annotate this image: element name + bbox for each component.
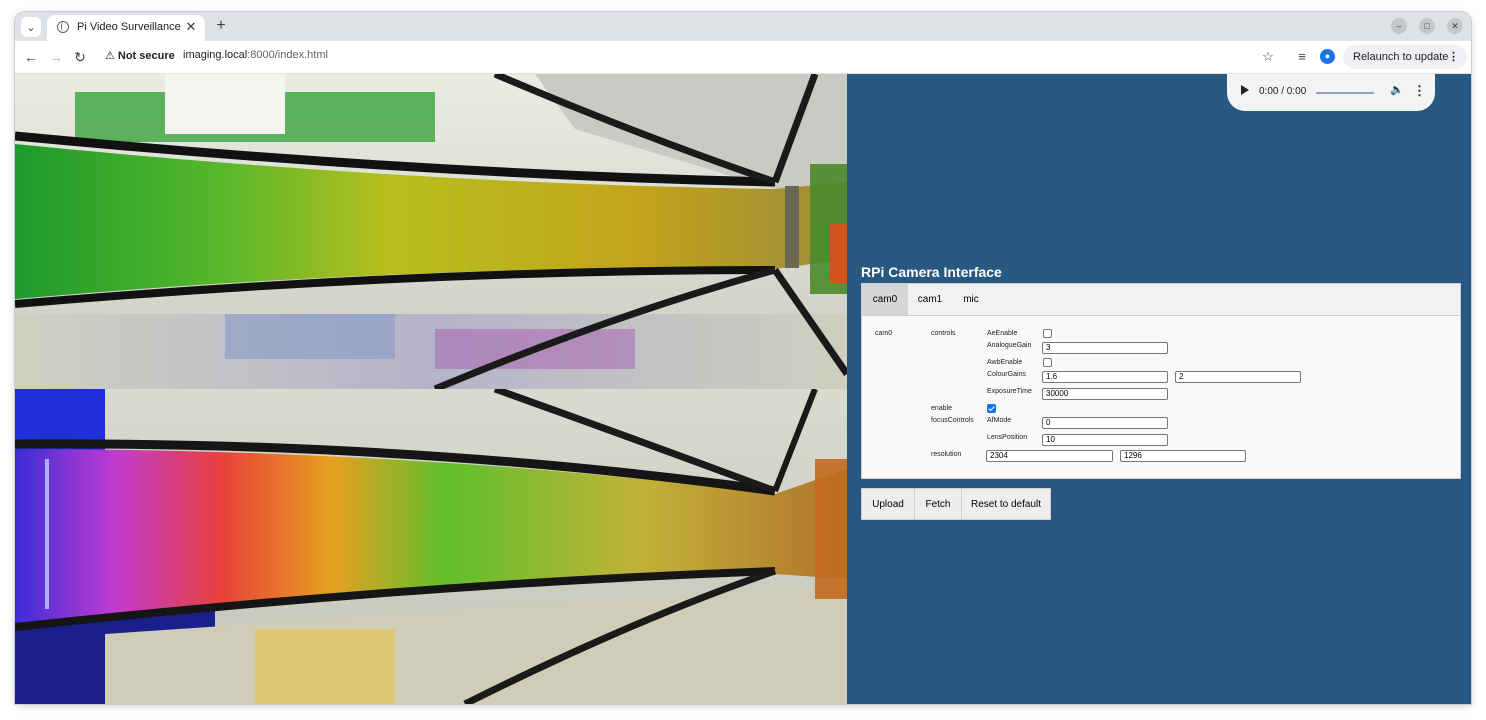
colour-gains-label: ColourGains [987,371,1026,378]
relaunch-label: Relaunch to update [1353,51,1449,63]
analogue-gain-label: AnalogueGain [987,342,1032,349]
close-window-icon[interactable]: ✕ [1447,18,1463,34]
minimize-icon[interactable]: – [1391,18,1407,34]
relaunch-button[interactable]: Relaunch to update ⋮ [1343,45,1467,69]
fetch-button[interactable]: Fetch [914,488,962,520]
url-host: imaging.local [183,49,248,61]
camera-stream-top [15,74,847,389]
browser-tab[interactable]: Pi Video Surveillance ✕ [47,15,205,41]
page-title: RPi Camera Interface [861,264,1002,280]
tab-search-icon[interactable]: ⌄ [21,17,41,37]
upload-button[interactable]: Upload [861,488,915,520]
back-icon[interactable]: ← [22,48,40,66]
ae-enable-label: AeEnable [987,330,1018,337]
camera-stream-bottom [15,389,847,704]
url-path: :8000/index.html [247,49,328,61]
address-bar[interactable]: imaging.local:8000/index.html [183,49,328,61]
resolution-width-input[interactable]: 2304 [986,450,1113,462]
af-mode-label: AfMode [987,417,1012,424]
volume-icon[interactable]: 🔈 [1390,83,1404,96]
browser-menu-icon[interactable]: ⋮ [1448,45,1459,69]
enable-label: enable [931,405,953,412]
lens-position-input[interactable]: 10 [1042,434,1168,446]
analogue-gain-input[interactable]: 3 [1042,342,1168,354]
focus-controls-label: focusControls [931,417,974,424]
play-icon[interactable] [1241,85,1249,95]
tab-cam0[interactable]: cam0 [862,284,908,315]
exposure-time-label: ExposureTime [987,388,1032,395]
bookmark-star-icon[interactable]: ☆ [1259,48,1277,66]
lens-position-label: LensPosition [987,434,1028,441]
profile-avatar-icon[interactable]: ● [1320,49,1335,64]
browser-window: ⌄ Pi Video Surveillance ✕ + – □ ✕ ← → ↻ … [15,12,1471,704]
exposure-time-input[interactable]: 30000 [1042,388,1168,400]
controls-label: controls [931,330,956,337]
awb-enable-label: AwbEnable [987,359,1023,366]
af-mode-input[interactable]: 0 [1042,417,1168,429]
tab-strip: ⌄ Pi Video Surveillance ✕ + – □ ✕ [15,12,1471,41]
audio-more-icon[interactable]: ⋮ [1413,83,1426,99]
camera-config-panel: cam0 cam1 mic cam0 controls AeEnable Ana… [861,283,1461,479]
forward-icon[interactable]: → [47,48,65,66]
reload-icon[interactable]: ↻ [71,48,89,66]
audio-seek-slider[interactable] [1316,92,1374,94]
reset-button[interactable]: Reset to default [961,488,1051,520]
camera-tabs: cam0 cam1 mic [862,284,1460,316]
tab-close-icon[interactable]: ✕ [183,19,199,35]
audio-time: 0:00 / 0:00 [1259,86,1307,97]
enable-checkbox[interactable] [987,404,996,413]
audio-player: 0:00 / 0:00 🔈 ⋮ [1227,74,1435,111]
ae-enable-checkbox[interactable] [1043,329,1052,338]
maximize-icon[interactable]: □ [1419,18,1435,34]
media-control-icon[interactable]: ≡ [1293,48,1311,66]
colour-gain-red-input[interactable]: 1.6 [1042,371,1168,383]
tab-cam1[interactable]: cam1 [908,284,952,315]
resolution-label: resolution [931,451,962,458]
colour-gain-blue-input[interactable]: 2 [1175,371,1301,383]
security-indicator[interactable]: ⚠ Not secure [105,49,175,62]
tab-title: Pi Video Surveillance [77,21,181,33]
awb-enable-checkbox[interactable] [1043,358,1052,367]
tab-mic[interactable]: mic [952,284,990,315]
security-label: Not secure [117,50,175,62]
globe-icon [57,21,69,33]
warning-icon: ⚠ [105,50,115,62]
new-tab-button[interactable]: + [211,16,231,36]
page-viewport: 0:00 / 0:00 🔈 ⋮ RPi Camera Interface cam… [15,74,1471,704]
browser-toolbar: ← → ↻ ⚠ Not secure imaging.local:8000/ind… [15,41,1471,74]
section-label: cam0 [875,330,893,337]
resolution-height-input[interactable]: 1296 [1120,450,1246,462]
